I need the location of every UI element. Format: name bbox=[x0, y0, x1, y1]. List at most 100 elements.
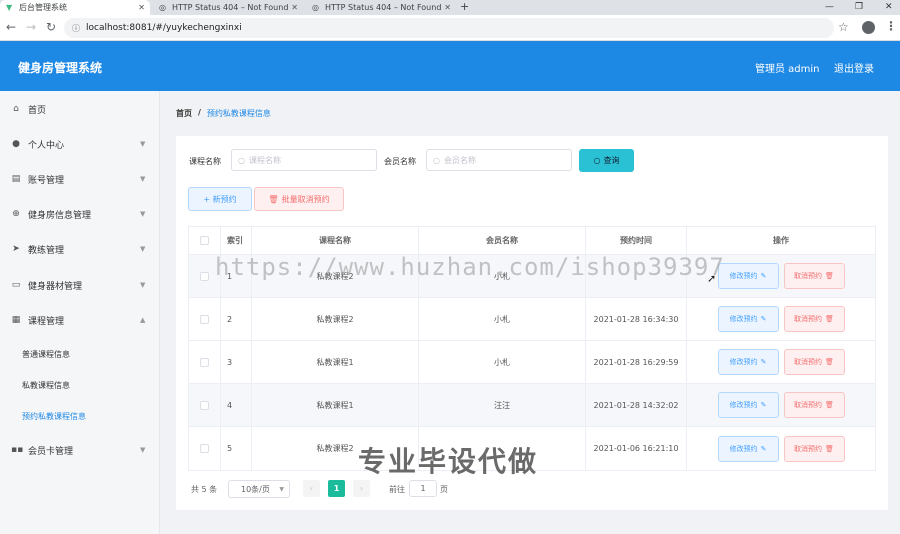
minimize-icon[interactable]: — bbox=[825, 0, 834, 14]
cell-course: 私教课程2 bbox=[252, 427, 419, 470]
column-header-course: 课程名称 bbox=[252, 227, 419, 254]
vue-logo-icon: ▼ bbox=[6, 2, 13, 12]
column-header-label: 操作 bbox=[773, 236, 789, 245]
goto-page-input[interactable]: 1 bbox=[409, 480, 437, 497]
close-icon[interactable]: ✕ bbox=[291, 3, 298, 12]
add-booking-button[interactable]: + 新预约 bbox=[188, 187, 252, 211]
row-checkbox[interactable] bbox=[200, 400, 209, 410]
logout-link[interactable]: 退出登录 bbox=[834, 60, 874, 75]
table-row: 2 私教课程2 小札 2021-01-28 16:34:30 修改预约 ✎ 取消预… bbox=[189, 298, 875, 341]
row-checkbox[interactable] bbox=[200, 314, 209, 324]
select-all-checkbox[interactable] bbox=[200, 236, 209, 245]
cancel-booking-button[interactable]: 取消预约 🗑 bbox=[783, 349, 845, 375]
cell-index: 5 bbox=[221, 427, 252, 470]
edit-icon: ✎ bbox=[760, 272, 767, 280]
breadcrumb-home[interactable]: 首页 bbox=[176, 108, 192, 119]
edit-booking-button[interactable]: 修改预约 ✎ bbox=[717, 263, 779, 289]
cell-course: 私教课程2 bbox=[252, 255, 419, 297]
edit-icon: ✎ bbox=[760, 401, 767, 409]
edit-icon: ✎ bbox=[760, 358, 767, 366]
cancel-booking-button[interactable]: 取消预约 🗑 bbox=[783, 392, 845, 418]
tab-title: HTTP Status 404 – Not Found bbox=[172, 3, 289, 12]
row-checkbox[interactable] bbox=[200, 444, 209, 453]
sidebar-item-label: 课程管理 bbox=[28, 316, 65, 327]
globe-icon: ◎ bbox=[312, 2, 319, 12]
account-avatar-icon[interactable] bbox=[862, 21, 875, 34]
member-name-input[interactable]: ○ 会员名称 bbox=[426, 149, 572, 171]
sidebar-item-profile[interactable]: ● 个人中心 ▼ bbox=[0, 134, 160, 154]
restore-icon[interactable]: ❐ bbox=[855, 0, 863, 14]
bookings-table: 索引 课程名称 会员名称 预约时间 操作 1 私教课程2 小札 修改预约 ✎ 取消… bbox=[188, 226, 876, 471]
info-icon: ⓘ bbox=[72, 23, 80, 33]
new-tab-icon[interactable]: + bbox=[460, 0, 469, 14]
sidebar-subitem-private-bookings[interactable]: 预约私教课程信息 bbox=[22, 411, 86, 422]
edit-booking-button[interactable]: 修改预约 ✎ bbox=[717, 306, 779, 332]
course-name-placeholder: 课程名称 bbox=[248, 155, 281, 165]
search-icon: ○ bbox=[238, 155, 245, 165]
goto-label: 前往 bbox=[389, 485, 405, 494]
breadcrumb: 首页 / 预约私教课程信息 bbox=[176, 108, 271, 119]
close-icon[interactable]: ✕ bbox=[444, 3, 451, 12]
browser-tab-bar: ▼ 后台管理系统 ✕ ◎ HTTP Status 404 – Not Found… bbox=[0, 0, 900, 15]
trash-icon: 🗑 bbox=[825, 401, 834, 409]
cell-member bbox=[419, 427, 586, 470]
chevron-up-icon: ▲ bbox=[140, 316, 146, 324]
batch-cancel-button[interactable]: 🗑 批量取消预约 bbox=[254, 187, 344, 211]
next-page-button[interactable]: › bbox=[353, 480, 370, 497]
course-name-input[interactable]: ○ 课程名称 bbox=[231, 149, 377, 171]
edit-booking-button[interactable]: 修改预约 ✎ bbox=[717, 349, 779, 375]
trash-icon: 🗑 bbox=[825, 444, 834, 453]
edit-label: 修改预约 bbox=[729, 315, 758, 323]
cell-index: 4 bbox=[221, 384, 252, 426]
sidebar-item-coaches[interactable]: ➤ 教练管理 ▼ bbox=[0, 239, 160, 259]
apps-icon: ▪▪ bbox=[11, 445, 24, 455]
page-size-select[interactable]: 10条/页 ▼ bbox=[228, 480, 290, 498]
edit-booking-button[interactable]: 修改预约 ✎ bbox=[717, 392, 779, 418]
tab-title: 后台管理系统 bbox=[19, 3, 67, 12]
cell-member: 汪汪 bbox=[419, 384, 586, 426]
cancel-booking-button[interactable]: 取消预约 🗑 bbox=[783, 306, 845, 332]
edit-icon: ✎ bbox=[760, 315, 767, 323]
forward-icon[interactable]: → bbox=[26, 20, 36, 34]
list-icon: ▭ bbox=[11, 280, 21, 290]
row-checkbox[interactable] bbox=[200, 357, 209, 367]
sidebar-item-gym-info[interactable]: ⊕ 健身房信息管理 ▼ bbox=[0, 204, 160, 224]
sidebar-item-home[interactable]: ⌂ 首页 bbox=[0, 99, 160, 119]
user-icon: ● bbox=[12, 139, 20, 149]
cell-actions: 修改预约 ✎ 取消预约 🗑 bbox=[687, 384, 875, 426]
sidebar-item-equipment[interactable]: ▭ 健身器材管理 ▼ bbox=[0, 275, 160, 295]
bookmark-star-icon[interactable]: ☆ bbox=[838, 20, 849, 34]
cell-actions: 修改预约 ✎ 取消预约 🗑 bbox=[687, 341, 875, 383]
sidebar-item-label: 会员卡管理 bbox=[28, 446, 74, 457]
edit-booking-button[interactable]: 修改预约 ✎ bbox=[717, 435, 779, 462]
column-header-label: 会员名称 bbox=[486, 236, 518, 245]
browser-menu-icon[interactable]: ⋮ bbox=[885, 19, 897, 33]
sidebar-item-courses[interactable]: ▦ 课程管理 ▲ bbox=[0, 310, 160, 330]
chevron-down-icon: ▼ bbox=[140, 140, 146, 148]
page-size-value: 10条/页 bbox=[241, 484, 270, 494]
sidebar-item-membership[interactable]: ▪▪ 会员卡管理 ▼ bbox=[0, 440, 160, 460]
sidebar-subitem-regular-courses[interactable]: 普通课程信息 bbox=[22, 349, 70, 360]
close-window-icon[interactable]: ✕ bbox=[885, 0, 893, 14]
cancel-booking-button[interactable]: 取消预约 🗑 bbox=[783, 263, 845, 289]
back-icon[interactable]: ← bbox=[6, 20, 16, 34]
cancel-booking-button[interactable]: 取消预约 🗑 bbox=[783, 435, 845, 462]
query-button[interactable]: ○ 查询 bbox=[579, 149, 634, 172]
reload-icon[interactable]: ↻ bbox=[46, 20, 56, 34]
cell-actions: 修改预约 ✎ 取消预约 🗑 bbox=[687, 298, 875, 340]
page-number-current[interactable]: 1 bbox=[328, 480, 345, 497]
close-icon[interactable]: ✕ bbox=[138, 3, 145, 12]
browser-tab-404-b[interactable]: ◎ HTTP Status 404 – Not Found ✕ bbox=[306, 0, 456, 15]
url-field[interactable]: ⓘ localhost:8081/#/yuykechengxinxi bbox=[64, 18, 834, 38]
edit-label: 修改预约 bbox=[729, 272, 758, 280]
chevron-down-icon: ▼ bbox=[140, 175, 146, 183]
browser-tab-404-a[interactable]: ◎ HTTP Status 404 – Not Found ✕ bbox=[153, 0, 303, 15]
sidebar-subitem-private-courses[interactable]: 私教课程信息 bbox=[22, 380, 70, 391]
cell-time: 2021-01-28 16:29:59 bbox=[586, 341, 687, 383]
row-checkbox[interactable] bbox=[200, 271, 209, 281]
browser-tab-admin[interactable]: ▼ 后台管理系统 ✕ bbox=[0, 0, 150, 15]
cancel-label: 取消预约 bbox=[794, 444, 823, 453]
sidebar-item-accounts[interactable]: ▤ 账号管理 ▼ bbox=[0, 169, 160, 189]
trash-icon: 🗑 bbox=[268, 194, 279, 204]
prev-page-button[interactable]: ‹ bbox=[303, 480, 320, 497]
